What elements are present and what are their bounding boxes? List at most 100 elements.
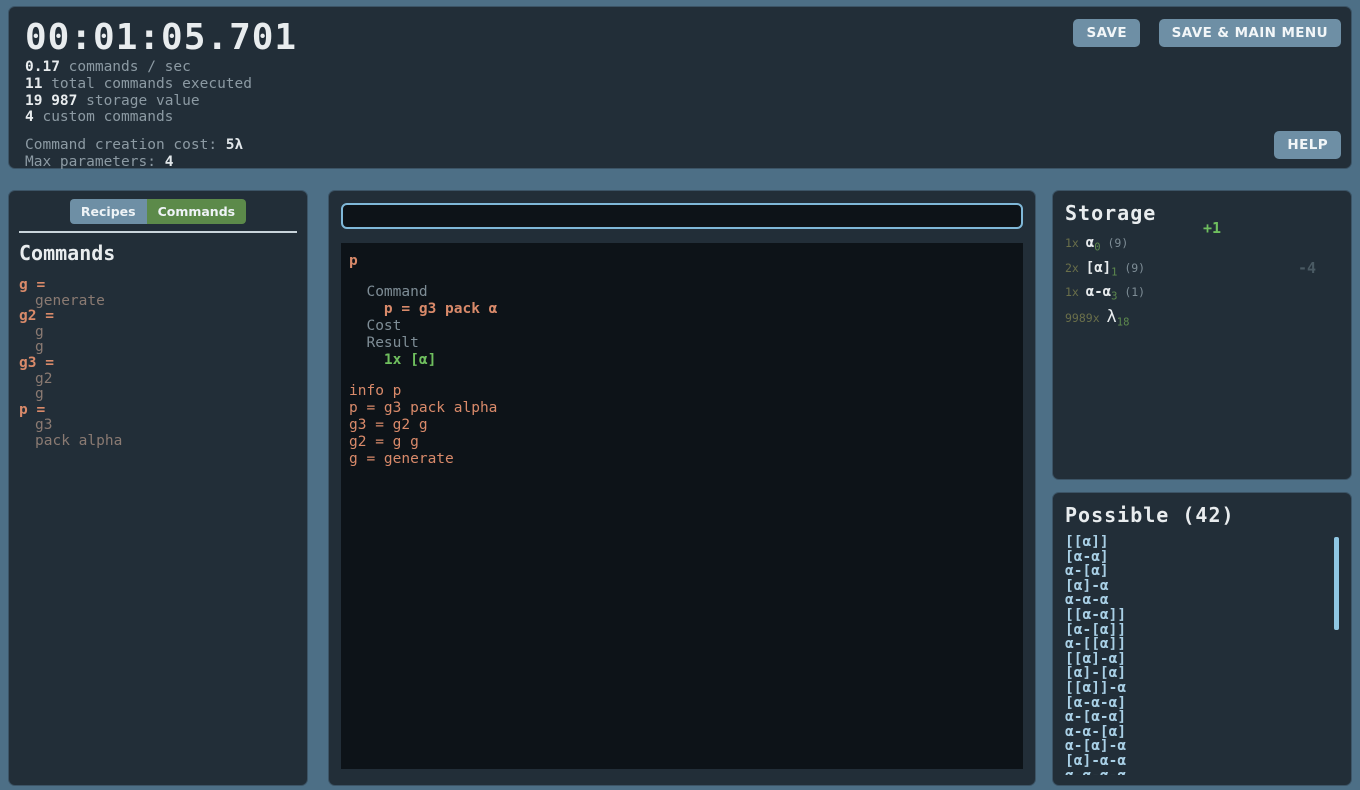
terminal-line: info p <box>349 383 402 399</box>
command-list: g = generate g2 = g g g3 = g2 g p = g3 pack alpha <box>19 277 297 450</box>
sidebar-tabs: Recipes Commands <box>19 199 297 224</box>
divider <box>19 231 297 233</box>
command-body-line: g <box>35 339 44 356</box>
terminal-line: g2 = g g <box>349 434 419 450</box>
command-name[interactable]: g3 = <box>19 355 297 372</box>
possible-item[interactable]: α-[[α]] <box>1065 637 1339 652</box>
terminal-line: Command <box>349 284 428 300</box>
possible-panel: Possible (42) [[α]] [α-α] α-[α] [α]-α α-α-α[… <box>1052 492 1352 786</box>
command-body-line: pack alpha <box>35 432 123 449</box>
possible-list[interactable]: [[α]] [α-α] α-[α] [α]-α α-α-α [[α-α]] [α-[α]] α… <box>1065 535 1339 775</box>
command-body-line: g3 <box>35 417 53 434</box>
stats-block: 0.17 commands / sec 11 total commands exe… <box>25 59 1335 126</box>
command-body-line: g <box>35 386 44 403</box>
stat-value: 19 987 <box>25 92 78 109</box>
stat-label: total commands executed <box>42 75 252 92</box>
possible-item[interactable]: [α]-α <box>1065 579 1339 594</box>
terminal-line: p <box>349 253 358 269</box>
command-body-line: g2 <box>35 370 53 387</box>
storage-item-subscript: 18 <box>1116 316 1130 329</box>
command-body-line: g <box>35 323 44 340</box>
storage-item-count: 9989x <box>1065 310 1107 325</box>
save-button[interactable]: SAVE <box>1073 19 1140 47</box>
stat-value: 0.17 <box>25 59 60 75</box>
terminal-line: g3 = g2 g <box>349 417 428 433</box>
stat-line: 4 custom commands <box>25 109 1335 126</box>
possible-item[interactable]: α-[α]-α <box>1065 739 1339 754</box>
stat-line: 19 987 storage value <box>25 93 1335 110</box>
command-name[interactable]: p = <box>19 402 297 419</box>
stat-line: 0.17 commands / sec <box>25 59 1335 76</box>
possible-item[interactable]: [α-[α]] <box>1065 622 1339 638</box>
scrollbar-thumb[interactable] <box>1334 537 1339 630</box>
storage-delta-indicator: -4 <box>1298 259 1317 277</box>
possible-heading: Possible (42) <box>1065 503 1235 527</box>
storage-item-count: 2x <box>1065 260 1086 275</box>
storage-item-symbol: λ <box>1106 306 1117 327</box>
config-block: Command creation cost: 5λ Max parameters:… <box>25 137 1335 171</box>
stat-label: commands / sec <box>59 59 191 75</box>
possible-item[interactable]: α-α-α <box>1065 593 1339 608</box>
tab-commands[interactable]: Commands <box>146 199 247 224</box>
terminal-line: p = g3 pack α <box>349 301 498 317</box>
stat-label: custom commands <box>33 109 174 126</box>
stat-value: 4 <box>25 109 34 126</box>
main-panel: p Command p = g3 pack α Cost Result 1x [… <box>328 190 1036 786</box>
stat-value: 11 <box>25 75 43 92</box>
storage-item: 1x α0 (9) <box>1065 233 1339 258</box>
possible-item[interactable]: [[α]-α] <box>1065 652 1339 667</box>
possible-item[interactable]: [[α]] <box>1065 535 1339 550</box>
stat-line: 11 total commands executed <box>25 76 1335 93</box>
storage-item: 9989x λ18 <box>1065 307 1339 333</box>
terminal-line: Result <box>349 335 419 351</box>
storage-item-count: 1x <box>1065 285 1086 300</box>
storage-delta-indicator: +1 <box>1203 219 1222 237</box>
possible-item[interactable]: [[α-α]] <box>1065 608 1339 623</box>
possible-item[interactable]: α-α-[α] <box>1065 725 1339 740</box>
scrollbar-track[interactable] <box>1334 535 1339 775</box>
terminal-line: p = g3 pack alpha <box>349 400 498 416</box>
possible-item[interactable]: α-[α] <box>1065 564 1339 579</box>
possible-item[interactable]: α-α-α-α <box>1065 768 1339 775</box>
storage-panel: Storage 1x α0 (9) 2x [α]1 (9) 1x α-α3 (1) 9… <box>1052 190 1352 480</box>
help-button[interactable]: HELP <box>1274 131 1341 159</box>
tab-recipes[interactable]: Recipes <box>69 199 147 224</box>
storage-list: 1x α0 (9) 2x [α]1 (9) 1x α-α3 (1) 9989x λ18… <box>1065 219 1339 333</box>
config-label: Command creation cost: <box>25 137 226 154</box>
header-panel: 00:01:05.701 0.17 commands / sec 11 total… <box>8 6 1352 171</box>
storage-item-symbol: α-α <box>1085 284 1112 301</box>
command-input[interactable] <box>341 203 1023 229</box>
possible-item[interactable]: [α]-[α] <box>1065 666 1339 681</box>
possible-item[interactable]: [α]-α-α <box>1065 754 1339 769</box>
storage-item-symbol: α <box>1085 235 1095 251</box>
page-title: Commands <box>19 241 116 265</box>
config-value: 4 <box>164 154 174 171</box>
storage-item-symbol: [α] <box>1085 259 1112 276</box>
terminal-line: Cost <box>349 318 402 334</box>
command-name[interactable]: g = <box>19 277 297 294</box>
storage-item-paren: (1) <box>1117 285 1146 300</box>
possible-item[interactable]: α-[α-α] <box>1065 710 1339 725</box>
possible-item[interactable]: [[α]]-α <box>1065 681 1339 696</box>
possible-item[interactable]: [α-α] <box>1065 549 1339 565</box>
storage-item: 1x α-α3 (1) <box>1065 282 1339 307</box>
storage-item-paren: (9) <box>1117 260 1146 275</box>
sidebar-panel: Recipes Commands Commands g = generate g2 =… <box>8 190 308 786</box>
config-line: Command creation cost: 5λ <box>25 137 1335 154</box>
stat-label: storage value <box>77 92 200 109</box>
storage-item-paren: (9) <box>1100 236 1129 250</box>
command-body-line: generate <box>35 292 105 309</box>
command-name[interactable]: g2 = <box>19 309 297 325</box>
terminal-line: 1x [α] <box>349 352 437 368</box>
save-and-main-menu-button[interactable]: SAVE & MAIN MENU <box>1158 19 1341 47</box>
config-value: 5λ <box>225 137 244 154</box>
storage-item-count: 1x <box>1065 236 1086 250</box>
storage-heading: Storage <box>1065 201 1157 225</box>
config-label: Max parameters: <box>25 154 165 171</box>
possible-item[interactable]: [α-α-α] <box>1065 695 1339 711</box>
terminal-output[interactable]: p Command p = g3 pack α Cost Result 1x [… <box>341 243 1023 769</box>
terminal-line: g = generate <box>349 451 454 467</box>
